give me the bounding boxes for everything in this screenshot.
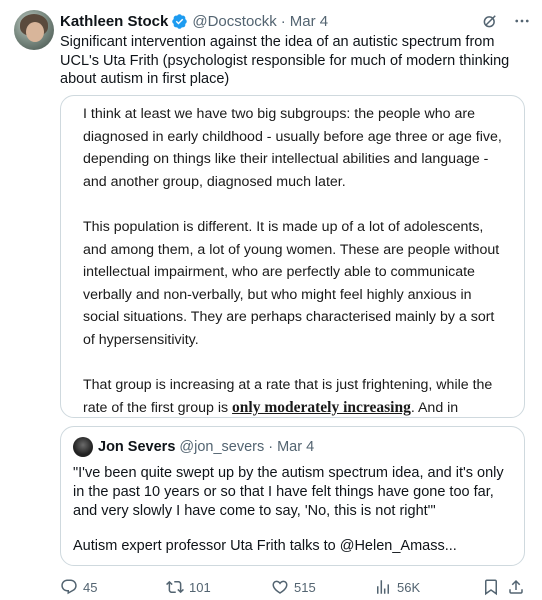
repost-icon [166,580,184,594]
views-button[interactable]: 56K [374,578,420,596]
tweet-media-image[interactable]: I think at least we have two big subgrou… [60,95,525,418]
reply-button[interactable]: 45 [60,578,97,596]
share-button[interactable] [507,578,525,596]
more-options-icon[interactable] [512,11,532,31]
like-count: 515 [294,579,316,595]
views-count: 56K [397,579,421,595]
repost-count: 101 [189,579,211,595]
bookmark-button[interactable] [482,578,500,596]
quoted-tweet-text: "I've been quite swept up by the autism … [73,465,504,519]
media-paragraph-1: I think at least we have two big subgrou… [83,106,502,190]
media-paragraph-3: That group is increasing at a rate that … [83,377,493,416]
reply-count: 45 [83,579,98,595]
tweet-header: Kathleen Stock @Docstockk · Mar 4 [60,11,532,31]
repost-button[interactable]: 101 [166,578,211,596]
separator-dot: · [268,439,274,455]
quoted-tweet[interactable]: Jon Severs @jon_severs · Mar 4 "I've bee… [60,426,525,566]
author-name[interactable]: Kathleen Stock [60,13,168,30]
tweet-date[interactable]: Mar 4 [290,13,328,30]
heart-icon [272,580,288,594]
emphasized-text: only moderately increasing [232,398,411,416]
quoted-author-avatar [73,437,93,457]
tweet-actions-bar: 45 101 515 56K [60,578,530,598]
quoted-tweet-header: Jon Severs @jon_severs · Mar 4 [73,437,314,457]
author-avatar[interactable] [14,10,54,50]
quoted-author-name: Jon Severs [98,439,176,455]
author-handle[interactable]: @Docstockk [192,13,276,30]
analytics-icon [377,580,389,594]
grok-icon[interactable] [480,11,500,31]
quoted-tweet-link-text: Autism expert professor Uta Frith talks … [73,538,457,554]
share-icon [509,579,523,594]
screenshot-text: I think at least we have two big subgrou… [83,103,508,417]
quoted-author-handle: @jon_severs [179,439,265,455]
separator-dot: · [280,12,286,30]
verified-badge-icon [171,13,188,30]
bookmark-icon [485,579,497,596]
quoted-tweet-date: Mar 4 [277,439,315,455]
reply-icon [61,579,77,595]
media-paragraph-2: This population is different. It is made… [83,218,500,348]
like-button[interactable]: 515 [271,578,316,596]
tweet-text: Significant intervention against the ide… [60,34,510,87]
